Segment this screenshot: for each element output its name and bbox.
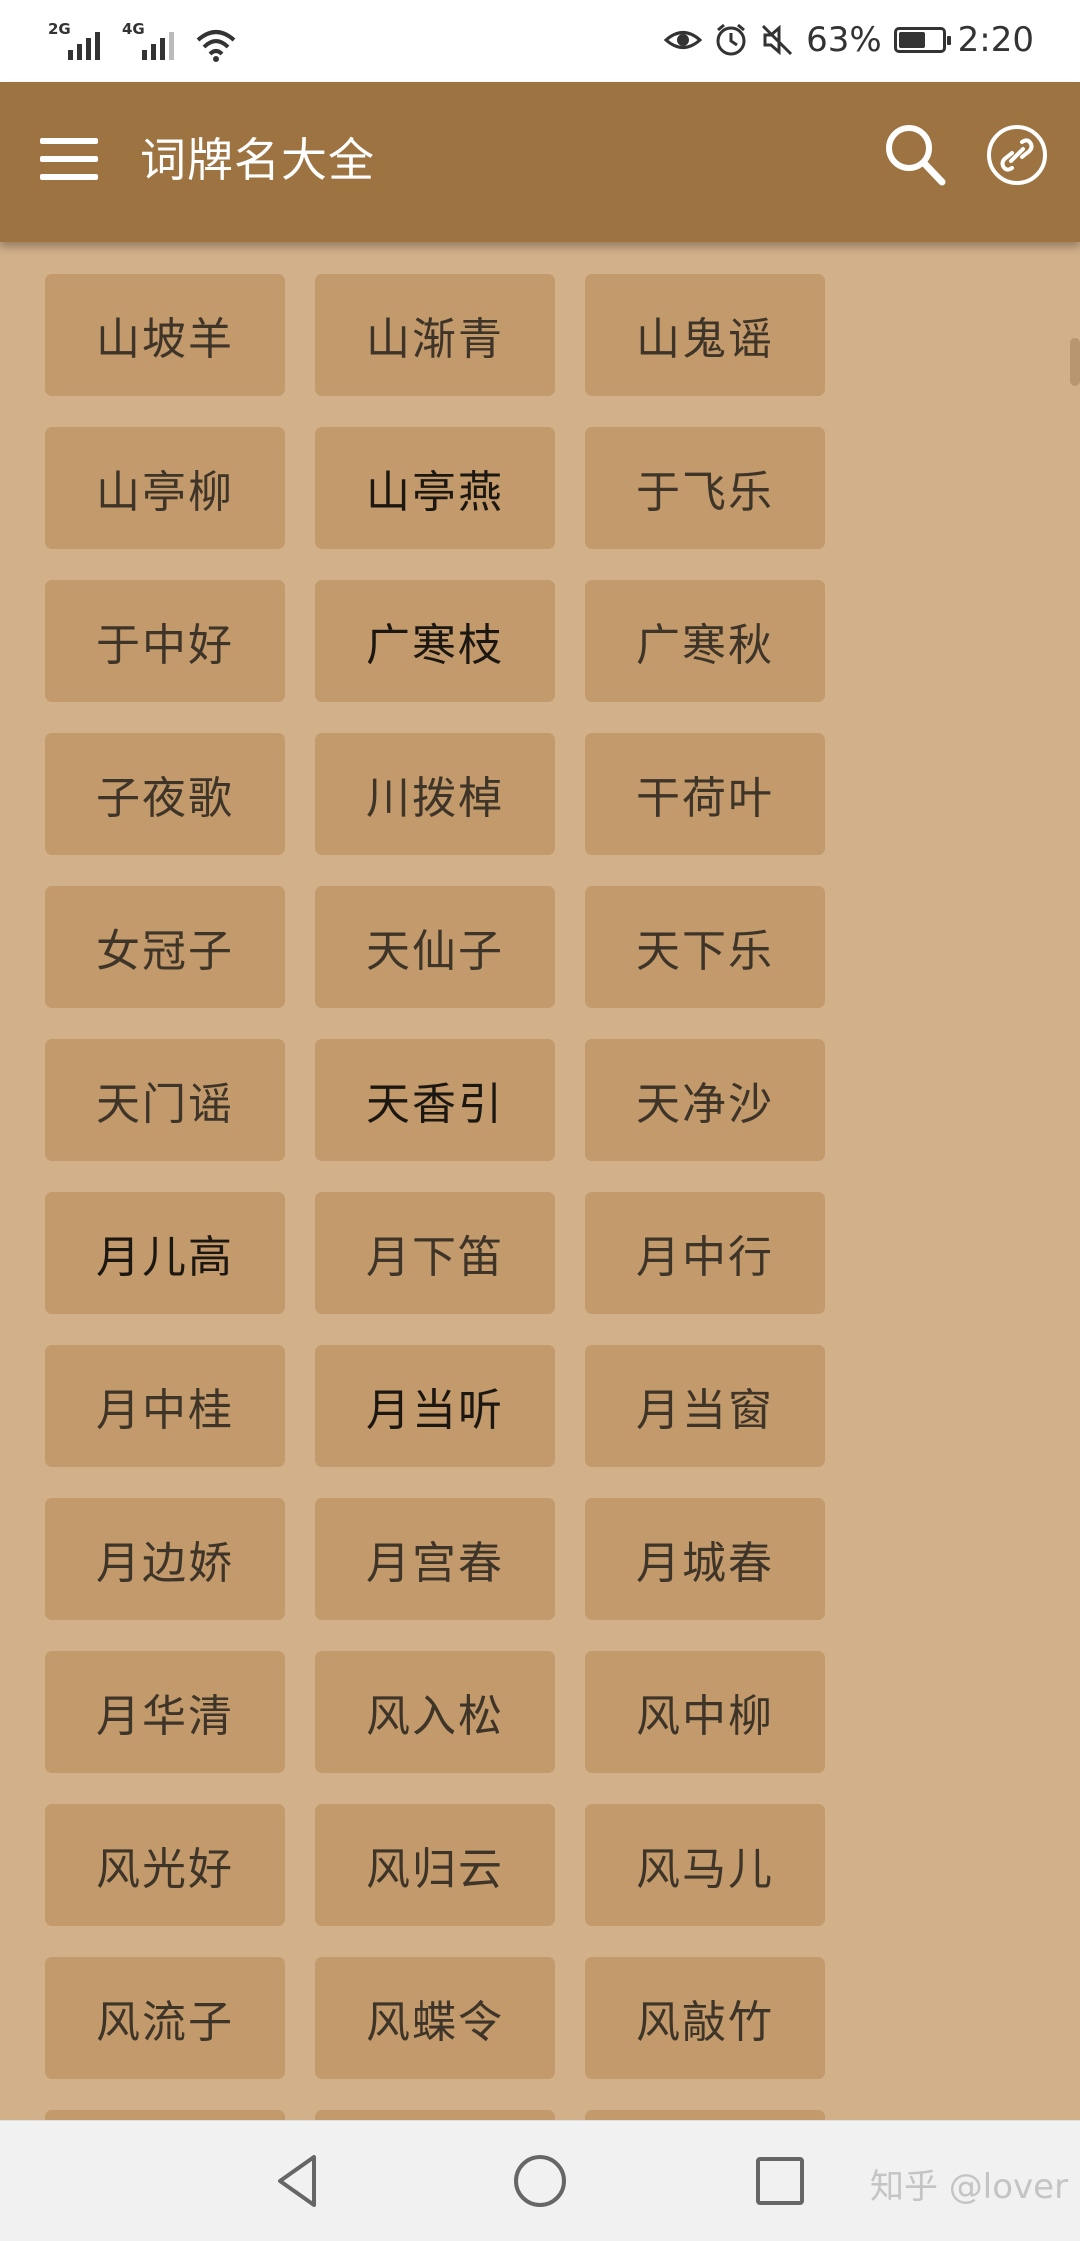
cipai-item[interactable]: 天香引 <box>315 1039 555 1161</box>
watermark: 知乎 @lover <box>870 2167 1069 2207</box>
cipai-item[interactable]: 月边娇 <box>45 1498 285 1620</box>
menu-button[interactable] <box>40 130 100 190</box>
cipai-item-partial[interactable] <box>585 2110 825 2120</box>
status-left-icons: 2G 4G <box>48 18 236 62</box>
search-button[interactable] <box>880 118 950 194</box>
status-right-icons: 63% 2:20 <box>664 14 1034 66</box>
cipai-item[interactable]: 风流子 <box>45 1957 285 2079</box>
cipai-item[interactable]: 天下乐 <box>585 886 825 1008</box>
signal-sim1-icon: 2G <box>48 22 106 62</box>
link-button[interactable] <box>986 124 1048 186</box>
app-bar: 词牌名大全 <box>0 82 1080 242</box>
home-button[interactable] <box>504 2145 576 2217</box>
wifi-icon <box>196 30 236 62</box>
cipai-item[interactable]: 女冠子 <box>45 886 285 1008</box>
cipai-item[interactable]: 山坡羊 <box>45 274 285 396</box>
cipai-item[interactable]: 山亭燕 <box>315 427 555 549</box>
cipai-item-partial[interactable] <box>45 2110 285 2120</box>
recents-square-icon <box>756 2157 804 2205</box>
cipai-item[interactable]: 山鬼谣 <box>585 274 825 396</box>
recents-button[interactable] <box>744 2145 816 2217</box>
cipai-item-partial[interactable] <box>315 2110 555 2120</box>
cipai-item[interactable]: 天门谣 <box>45 1039 285 1161</box>
cipai-item[interactable]: 月儿高 <box>45 1192 285 1314</box>
cipai-item[interactable]: 月华清 <box>45 1651 285 1773</box>
cipai-item[interactable]: 于飞乐 <box>585 427 825 549</box>
battery-icon <box>893 27 951 53</box>
alarm-icon <box>716 23 746 56</box>
cipai-item[interactable]: 月中桂 <box>45 1345 285 1467</box>
search-icon <box>886 125 946 186</box>
cipai-item[interactable]: 天净沙 <box>585 1039 825 1161</box>
cipai-item[interactable]: 风蝶令 <box>315 1957 555 2079</box>
cipai-item[interactable]: 广寒秋 <box>585 580 825 702</box>
cipai-item[interactable]: 风马儿 <box>585 1804 825 1926</box>
cipai-item[interactable]: 山渐青 <box>315 274 555 396</box>
page-title: 词牌名大全 <box>140 133 375 187</box>
cipai-item[interactable]: 月宫春 <box>315 1498 555 1620</box>
cipai-item[interactable]: 风中柳 <box>585 1651 825 1773</box>
cipai-item[interactable]: 月当听 <box>315 1345 555 1467</box>
cipai-item[interactable]: 风归云 <box>315 1804 555 1926</box>
cipai-item[interactable]: 天仙子 <box>315 886 555 1008</box>
clock: 2:20 <box>957 20 1034 60</box>
cipai-grid: 山坡羊 山渐青 山鬼谣 山亭柳 山亭燕 于飞乐 于中好 广寒枝 广寒秋 子夜歌 川拨棹 干荷叶 女冠子天… <box>45 274 825 2120</box>
cipai-list[interactable]: 山坡羊 山渐青 山鬼谣 山亭柳 山亭燕 于飞乐 于中好 广寒枝 广寒秋 子夜歌 川拨棹 干荷叶 女冠子天… <box>0 242 1080 2120</box>
cipai-item[interactable]: 月下笛 <box>315 1192 555 1314</box>
home-circle-icon <box>514 2155 566 2207</box>
cipai-item[interactable]: 干荷叶 <box>585 733 825 855</box>
cipai-item[interactable]: 月中行 <box>585 1192 825 1314</box>
navigation-bar: 知乎 @lover <box>0 2120 1080 2241</box>
cipai-item[interactable]: 风敲竹 <box>585 1957 825 2079</box>
cipai-item[interactable]: 川拨棹 <box>315 733 555 855</box>
cipai-item[interactable]: 风光好 <box>45 1804 285 1926</box>
cipai-item[interactable]: 于中好 <box>45 580 285 702</box>
status-bar: 2G 4G 63% 2:20 <box>0 0 1080 82</box>
back-triangle-icon <box>278 2155 316 2207</box>
cipai-item[interactable]: 山亭柳 <box>45 427 285 549</box>
cipai-item[interactable]: 广寒枝 <box>315 580 555 702</box>
mute-icon <box>762 24 793 56</box>
link-icon <box>987 125 1047 185</box>
battery-percent: 63% <box>806 20 882 60</box>
cipai-item[interactable]: 月当窗 <box>585 1345 825 1467</box>
cipai-item[interactable]: 风入松 <box>315 1651 555 1773</box>
back-button[interactable] <box>264 2145 336 2217</box>
eye-comfort-icon <box>664 31 703 49</box>
scrollbar[interactable] <box>1070 338 1080 386</box>
cipai-item[interactable]: 月城春 <box>585 1498 825 1620</box>
signal-sim2-icon: 4G <box>122 22 180 62</box>
cipai-item[interactable]: 子夜歌 <box>45 733 285 855</box>
